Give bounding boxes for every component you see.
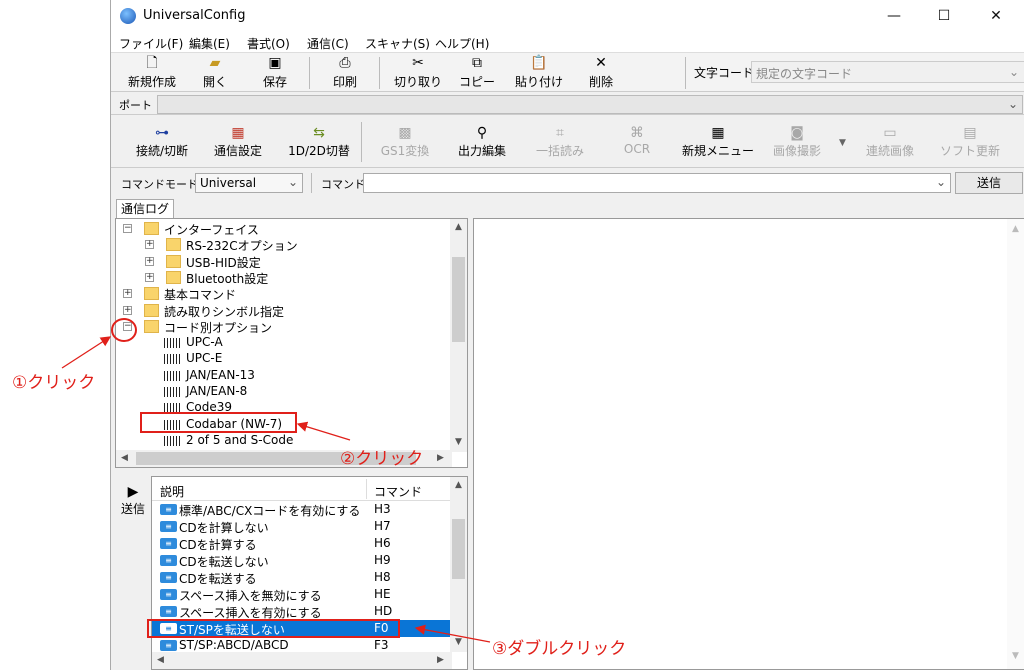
annotation-step2: ②クリック [340, 449, 424, 469]
arrow-step1 [61, 336, 112, 369]
annotation-step3: ③ダブルクリック [492, 639, 627, 659]
arrow-step3 [414, 624, 491, 643]
annotation-step1: ①クリック [12, 373, 96, 393]
arrow-step2 [296, 421, 351, 441]
annotation-arrows [61, 336, 491, 643]
